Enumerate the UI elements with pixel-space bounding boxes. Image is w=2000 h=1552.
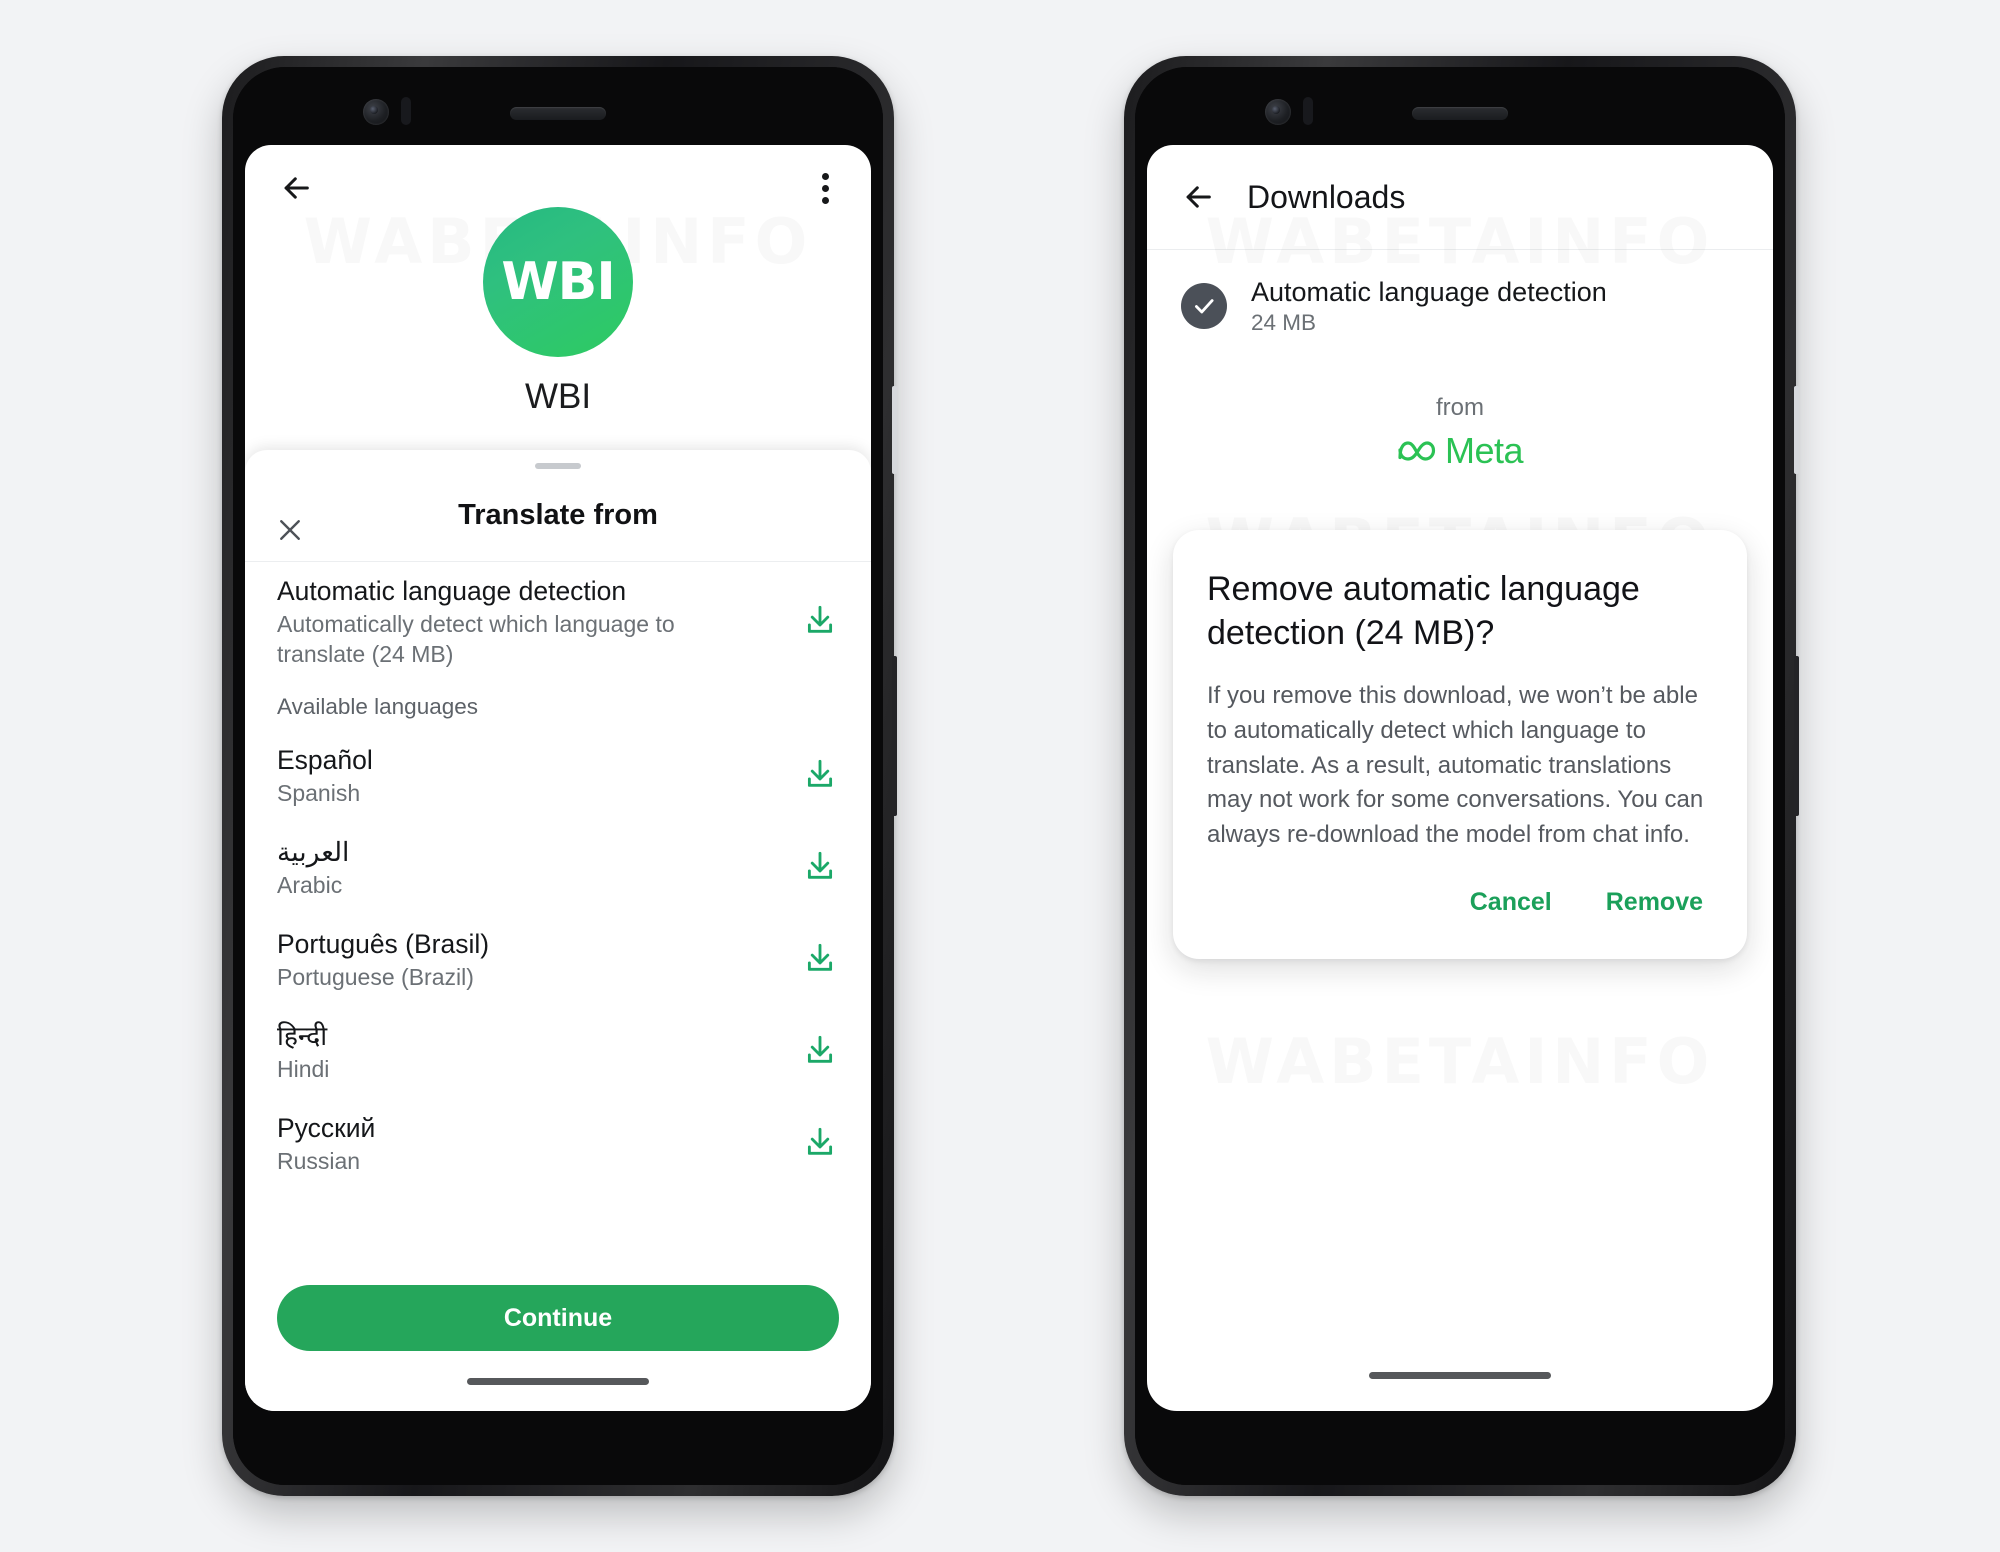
list-item-auto-detect[interactable]: Automatic language detection Automatical… [245,562,871,682]
download-item-title: Automatic language detection [1251,277,1607,307]
download-icon [807,851,833,879]
avatar[interactable]: WBI [483,207,633,357]
page-title: Downloads [1247,178,1406,215]
navigation-bar [1147,1345,1773,1405]
download-item-size: 24 MB [1251,310,1317,336]
front-camera-icon [363,99,389,125]
phone-left-top-bezel [233,67,883,145]
more-options-button[interactable] [813,167,837,210]
download-language-button[interactable] [803,849,837,888]
app-bar: Downloads [1147,145,1773,249]
language-native-name: العربية [277,836,350,867]
auto-detect-title: Automatic language detection [277,575,627,606]
more-vertical-icon [821,184,829,192]
phone-left: WABETAINFO WABETAINFO WABETAINFO WABETAI… [222,56,897,1496]
list-item-language[interactable]: Português (Brasil) Portuguese (Brazil) [245,914,871,1006]
download-item-text: Automatic language detection 24 MB [1251,276,1607,336]
remove-button[interactable]: Remove [1596,880,1713,925]
sheet-footer: Continue [245,1277,871,1351]
front-camera-icon [1265,99,1291,125]
more-vertical-icon [821,196,829,204]
meta-logo: Meta [1397,430,1524,472]
download-icon [807,1035,833,1063]
language-english-name: Arabic [277,871,343,898]
phone-right-glass: WABETAINFO WABETAINFO WABETAINFO WABETAI… [1135,67,1785,1485]
section-label-available-languages: Available languages [277,694,478,719]
auto-detect-text: Automatic language detection Automatical… [277,575,747,669]
check-icon [1195,299,1214,314]
continue-button[interactable]: Continue [277,1285,839,1351]
language-native-name: Русский [277,1112,376,1143]
language-text: Русский Russian [277,1112,375,1177]
translate-from-sheet: Translate from Automatic language detect… [245,450,871,1411]
earpiece-speaker-icon [1412,107,1508,120]
arrow-left-icon [284,177,309,199]
meta-wordmark: Meta [1444,430,1524,472]
phone-right: WABETAINFO WABETAINFO WABETAINFO WABETAI… [1124,56,1799,1496]
list-item-download[interactable]: Automatic language detection 24 MB [1147,250,1773,350]
language-native-name: Português (Brasil) [277,928,490,959]
download-icon [807,759,833,787]
download-language-button[interactable] [803,1125,837,1164]
phone-right-top-bezel [1135,67,1785,145]
phone-left-bottom-bezel [233,1411,883,1485]
remove-download-dialog: Remove automatic language detection (24 … [1173,530,1747,960]
back-button[interactable] [279,171,313,205]
download-language-button[interactable] [803,941,837,980]
language-native-name: Español [277,744,373,775]
download-icon [807,1127,833,1155]
list-item-language[interactable]: العربية Arabic [245,822,871,914]
phone-left-screen: WABETAINFO WABETAINFO WABETAINFO WABETAI… [245,145,871,1411]
brand-attribution: from Meta [1147,394,1773,472]
dialog-title: Remove automatic language detection (24 … [1207,570,1640,652]
volume-rocker[interactable] [892,656,897,816]
volume-rocker[interactable] [1794,656,1799,816]
navigation-bar [245,1351,871,1411]
dialog-body: If you remove this download, we won’t be… [1207,682,1704,848]
list-item-language[interactable]: Español Spanish [245,730,871,822]
earpiece-speaker-icon [510,107,606,120]
sheet-title: Translate from [458,498,658,531]
language-text: Español Spanish [277,744,373,809]
language-native-name: हिन्दी [277,1020,328,1051]
more-vertical-icon [821,172,829,180]
sheet-header: Translate from [245,469,871,562]
phone-right-bottom-bezel [1135,1411,1785,1485]
proximity-sensor-icon [1303,97,1313,125]
power-button[interactable] [892,386,897,474]
home-gesture-pill[interactable] [1369,1371,1551,1379]
language-english-name: Hindi [277,1055,330,1082]
phone-left-glass: WABETAINFO WABETAINFO WABETAINFO WABETAI… [233,67,883,1485]
language-text: العربية Arabic [277,836,349,901]
download-auto-detect-button[interactable] [803,603,837,642]
download-icon [807,605,833,633]
page-title: WBI [524,377,592,416]
power-button[interactable] [1794,386,1799,474]
auto-detect-subtitle: Automatically detect which language to t… [277,611,675,667]
language-english-name: Portuguese (Brazil) [277,963,474,990]
close-icon [280,520,300,540]
language-english-name: Russian [277,1147,361,1174]
download-icon [807,943,833,971]
avatar-label: WBI [501,252,615,312]
dialog-actions: Cancel Remove [1207,880,1713,943]
download-status-badge[interactable] [1181,283,1227,330]
cancel-button[interactable]: Cancel [1460,880,1562,925]
home-gesture-pill[interactable] [467,1377,649,1385]
meta-infinity-icon [1398,441,1436,461]
language-list: Automatic language detection Automatical… [245,562,871,1277]
language-english-name: Spanish [277,779,361,806]
from-label: from [1436,394,1484,422]
back-button[interactable] [1181,180,1215,214]
phone-right-screen: WABETAINFO WABETAINFO WABETAINFO WABETAI… [1147,145,1773,1411]
arrow-left-icon [1186,186,1211,208]
list-item-language[interactable]: हिन्दी Hindi [245,1006,871,1098]
language-text: Português (Brasil) Portuguese (Brazil) [277,928,489,993]
list-item-language[interactable]: Русский Russian [245,1098,871,1190]
language-text: हिन्दी Hindi [277,1020,329,1085]
download-language-button[interactable] [803,1033,837,1072]
proximity-sensor-icon [401,97,411,125]
download-language-button[interactable] [803,757,837,796]
watermark: WABETAINFO [1205,1025,1715,1098]
